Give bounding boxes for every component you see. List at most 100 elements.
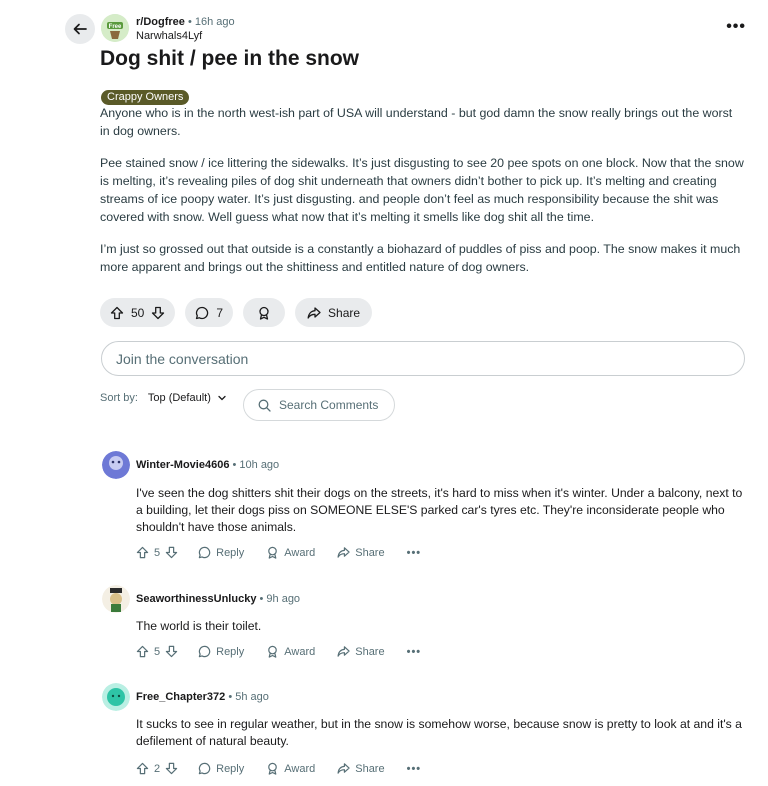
- award-button[interactable]: Award: [266, 546, 315, 559]
- comment-vote-count: 2: [154, 762, 161, 775]
- post-paragraph: Anyone who is in the north west-ish part…: [100, 106, 733, 138]
- post-time: • 16h ago: [187, 16, 235, 28]
- post-author[interactable]: Narwhals4Lyf: [136, 29, 235, 43]
- comment-icon: [198, 762, 211, 775]
- upvote-icon[interactable]: [110, 306, 124, 320]
- svg-text:Free: Free: [109, 24, 122, 30]
- share-label: Share: [355, 645, 385, 658]
- comment-text: The world is their toilet.: [136, 619, 262, 633]
- share-icon: [337, 547, 350, 558]
- share-label: Share: [328, 305, 361, 320]
- comment-header: SeaworthinessUnlucky • 9h ago: [136, 593, 300, 605]
- share-button[interactable]: Share: [295, 298, 373, 327]
- sort-value: Top (Default): [147, 392, 211, 404]
- subreddit-logo-icon: Free: [101, 14, 129, 42]
- comment-more-button[interactable]: •••: [407, 646, 422, 658]
- chevron-down-icon: [218, 395, 226, 401]
- avatar[interactable]: [102, 683, 130, 711]
- comment-count: 7: [216, 305, 224, 320]
- award-label: Award: [284, 762, 316, 775]
- comment-time: • 9h ago: [259, 593, 301, 605]
- award-button[interactable]: [243, 298, 286, 327]
- downvote-icon[interactable]: [165, 546, 178, 559]
- comment-username[interactable]: SeaworthinessUnlucky: [136, 593, 256, 605]
- comment-text: It sucks to see in regular weather, but …: [136, 717, 742, 748]
- upvote-icon[interactable]: [136, 546, 149, 559]
- arrow-left-icon: [73, 23, 87, 35]
- join-conversation-input[interactable]: Join the conversation: [101, 341, 745, 376]
- award-icon: [268, 762, 278, 775]
- downvote-icon[interactable]: [165, 645, 178, 658]
- award-label: Award: [284, 546, 316, 559]
- reply-label: Reply: [216, 762, 245, 775]
- share-icon: [307, 306, 321, 319]
- comment-vote-count: 5: [154, 546, 161, 559]
- comment-vote-count: 5: [154, 645, 161, 658]
- comment-username[interactable]: Free_Chapter372: [136, 691, 225, 703]
- reply-button[interactable]: Reply: [198, 645, 244, 658]
- award-label: Award: [284, 645, 316, 658]
- user-avatar-icon: [102, 451, 130, 479]
- avatar[interactable]: [102, 585, 130, 613]
- post-flair[interactable]: Crappy Owners: [101, 90, 190, 105]
- share-label: Share: [355, 546, 385, 559]
- comment-vote: 5: [136, 546, 178, 559]
- post-title: Dog shit / pee in the snow: [100, 47, 360, 70]
- comment-more-button[interactable]: •••: [407, 547, 422, 559]
- award-icon: [259, 306, 269, 320]
- reply-button[interactable]: Reply: [198, 546, 244, 559]
- search-comments-input[interactable]: Search Comments: [243, 389, 395, 421]
- user-avatar-icon: [102, 683, 130, 711]
- vote-count: 50: [131, 305, 145, 320]
- sort-bar: Sort by: Top (Default): [100, 392, 227, 404]
- upvote-icon[interactable]: [136, 645, 149, 658]
- join-placeholder: Join the conversation: [116, 350, 249, 367]
- user-avatar-icon: [102, 585, 130, 613]
- subreddit-avatar[interactable]: Free: [101, 14, 129, 42]
- award-icon: [268, 645, 278, 658]
- post-paragraph: Pee stained snow / ice littering the sid…: [100, 156, 744, 224]
- upvote-icon[interactable]: [136, 762, 149, 775]
- comment-icon: [196, 306, 209, 319]
- reply-label: Reply: [216, 546, 245, 559]
- comment-vote: 5: [136, 645, 178, 658]
- vote-pill: 50: [100, 298, 176, 327]
- sort-label: Sort by:: [100, 392, 138, 404]
- comment-text: I've seen the dog shitters shit their do…: [136, 486, 743, 534]
- sort-dropdown[interactable]: Top (Default): [148, 392, 227, 404]
- search-icon: [258, 399, 271, 412]
- comment-time: • 10h ago: [232, 459, 280, 471]
- reply-button[interactable]: Reply: [198, 762, 244, 775]
- downvote-icon[interactable]: [151, 306, 165, 320]
- award-icon: [268, 546, 278, 559]
- comment-icon: [198, 645, 211, 658]
- comment-more-button[interactable]: •••: [407, 763, 422, 775]
- post-meta: r/Dogfree • 16h ago Narwhals4Lyf: [136, 15, 235, 43]
- comment-actions: 5 Reply Award Share •••: [136, 546, 421, 559]
- award-button[interactable]: Award: [266, 645, 315, 658]
- search-placeholder: Search Comments: [279, 398, 379, 412]
- share-button[interactable]: Share: [337, 546, 385, 559]
- downvote-icon[interactable]: [165, 762, 178, 775]
- avatar[interactable]: [102, 451, 130, 479]
- more-options-button[interactable]: •••: [726, 18, 746, 36]
- award-button[interactable]: Award: [266, 762, 315, 775]
- comment-actions: 2 Reply Award Share •••: [136, 762, 421, 775]
- comments-button[interactable]: 7: [185, 298, 234, 327]
- subreddit-name[interactable]: r/Dogfree: [136, 16, 185, 28]
- share-icon: [337, 763, 350, 774]
- back-button[interactable]: [65, 14, 95, 44]
- comment-time: • 5h ago: [228, 691, 269, 703]
- share-button[interactable]: Share: [337, 645, 385, 658]
- post-action-bar: 50 7 Share: [100, 298, 373, 327]
- share-button[interactable]: Share: [337, 762, 385, 775]
- comment-actions: 5 Reply Award Share •••: [136, 645, 421, 658]
- post-body: Anyone who is in the north west-ish part…: [100, 104, 745, 290]
- share-label: Share: [355, 762, 385, 775]
- reply-label: Reply: [216, 645, 245, 658]
- share-icon: [337, 646, 350, 657]
- post-paragraph: I’m just so grossed out that outside is …: [100, 242, 741, 274]
- comment-header: Free_Chapter372 • 5h ago: [136, 691, 269, 703]
- comment-username[interactable]: Winter-Movie4606: [136, 459, 229, 471]
- comment-icon: [198, 546, 211, 559]
